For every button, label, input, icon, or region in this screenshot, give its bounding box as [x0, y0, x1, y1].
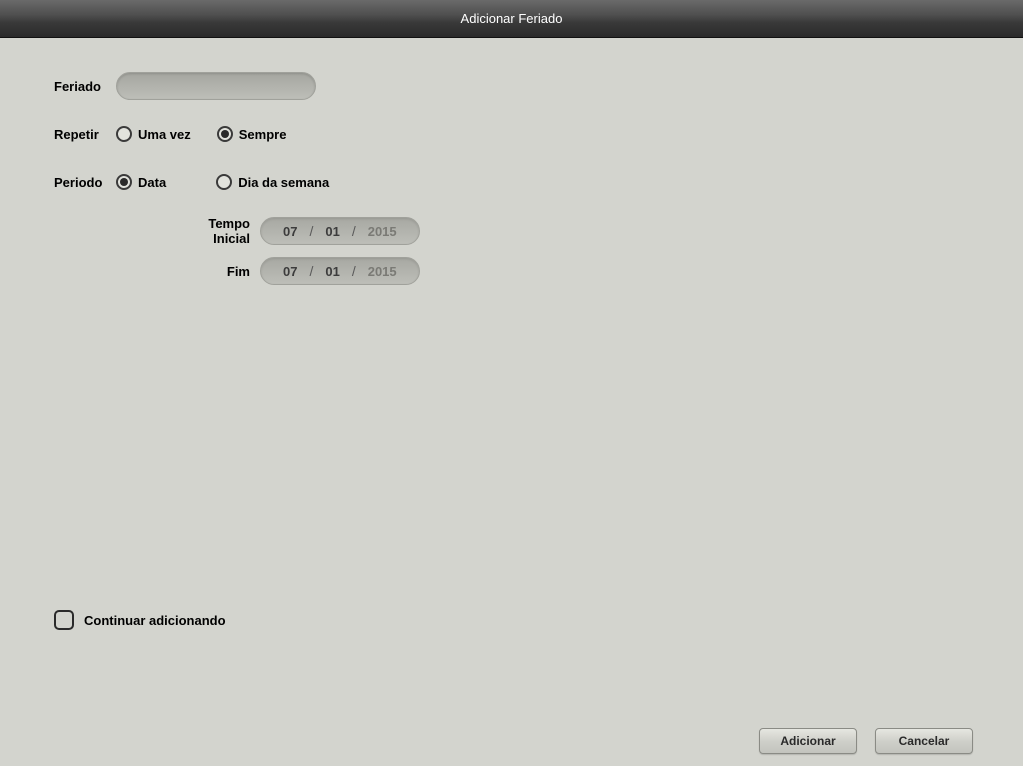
slash-icon: /: [305, 263, 317, 279]
feriado-input[interactable]: [116, 72, 316, 100]
adicionar-button-label: Adicionar: [780, 734, 835, 748]
start-month[interactable]: 07: [275, 224, 305, 239]
radio-circle-icon: [217, 126, 233, 142]
start-day[interactable]: 01: [317, 224, 347, 239]
radio-label-data: Data: [138, 175, 166, 190]
dialog-title: Adicionar Feriado: [461, 11, 563, 26]
row-feriado: Feriado: [54, 72, 969, 100]
row-repetir: Repetir Uma vez Sempre: [54, 120, 969, 148]
title-bar: Adicionar Feriado: [0, 0, 1023, 38]
end-month[interactable]: 07: [275, 264, 305, 279]
date-section: Tempo Inicial 07 / 01 / 2015 Fim 07 / 01…: [170, 216, 969, 286]
label-feriado: Feriado: [54, 79, 116, 94]
label-continuar: Continuar adicionando: [84, 613, 226, 628]
end-day[interactable]: 01: [317, 264, 347, 279]
label-periodo: Periodo: [54, 175, 116, 190]
row-periodo: Periodo Data Dia da semana: [54, 168, 969, 196]
label-fim: Fim: [170, 264, 260, 279]
radio-circle-icon: [116, 126, 132, 142]
slash-icon: /: [348, 263, 360, 279]
radio-sempre[interactable]: Sempre: [217, 126, 287, 142]
radio-uma-vez[interactable]: Uma vez: [116, 126, 191, 142]
cancelar-button[interactable]: Cancelar: [875, 728, 973, 754]
dialog-content: Feriado Repetir Uma vez Sempre Periodo: [0, 38, 1023, 766]
adicionar-button[interactable]: Adicionar: [759, 728, 857, 754]
label-tempo-inicial: Tempo Inicial: [170, 216, 260, 246]
label-repetir: Repetir: [54, 127, 116, 142]
form-area: Feriado Repetir Uma vez Sempre Periodo: [54, 72, 969, 296]
radio-dia-semana[interactable]: Dia da semana: [216, 174, 329, 190]
start-year[interactable]: 2015: [360, 224, 405, 239]
radio-label-dia-semana: Dia da semana: [238, 175, 329, 190]
radio-label-uma-vez: Uma vez: [138, 127, 191, 142]
slash-icon: /: [305, 223, 317, 239]
radio-circle-icon: [216, 174, 232, 190]
cancelar-button-label: Cancelar: [899, 734, 950, 748]
slash-icon: /: [348, 223, 360, 239]
periodo-radio-group: Data Dia da semana: [116, 174, 345, 190]
row-tempo-inicial: Tempo Inicial 07 / 01 / 2015: [170, 216, 969, 246]
dialog-buttons: Adicionar Cancelar: [759, 728, 973, 754]
checkbox-continuar[interactable]: [54, 610, 74, 630]
radio-label-sempre: Sempre: [239, 127, 287, 142]
row-fim: Fim 07 / 01 / 2015: [170, 256, 969, 286]
radio-data[interactable]: Data: [116, 174, 166, 190]
end-year[interactable]: 2015: [360, 264, 405, 279]
end-date-input[interactable]: 07 / 01 / 2015: [260, 257, 420, 285]
repetir-radio-group: Uma vez Sempre: [116, 126, 302, 142]
radio-circle-icon: [116, 174, 132, 190]
row-continuar: Continuar adicionando: [54, 610, 226, 630]
start-date-input[interactable]: 07 / 01 / 2015: [260, 217, 420, 245]
